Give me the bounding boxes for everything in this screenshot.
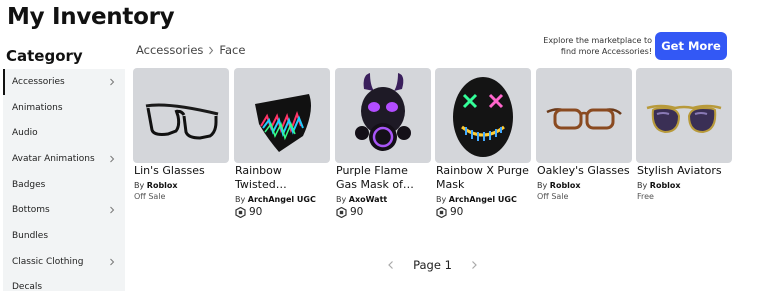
breadcrumb-root-link[interactable]: Accessories bbox=[136, 43, 203, 57]
gas-mask-icon bbox=[355, 72, 411, 151]
sidebar-item-bottoms[interactable]: Bottoms bbox=[3, 197, 125, 223]
rainbow-mask-icon bbox=[255, 93, 311, 152]
chevron-right-icon bbox=[107, 257, 117, 267]
robux-icon bbox=[235, 206, 246, 218]
item-thumbnail bbox=[133, 68, 229, 163]
price-value: 90 bbox=[249, 206, 263, 218]
item-creator: By AxoWatt bbox=[336, 195, 388, 204]
chevron-right-icon bbox=[107, 77, 117, 87]
page-indicator: Page 1 bbox=[413, 258, 452, 272]
item-price: 90 bbox=[435, 206, 531, 218]
sidebar-item-label: Bundles bbox=[12, 230, 49, 241]
sidebar-item-label: Bottoms bbox=[12, 205, 50, 216]
item-card[interactable]: Rainbow Twisted… By ArchAngel UGC 90 bbox=[234, 68, 330, 218]
sidebar-item-label: Badges bbox=[12, 179, 46, 190]
brown-glasses-icon bbox=[546, 107, 622, 129]
item-creator: By Roblox bbox=[537, 181, 581, 190]
category-heading: Category bbox=[6, 47, 83, 65]
chevron-left-icon bbox=[388, 261, 393, 269]
item-card[interactable]: Stylish Aviators By Roblox Free bbox=[636, 68, 732, 218]
creator-link[interactable]: Roblox bbox=[650, 181, 681, 190]
sidebar-item-avatar-animations[interactable]: Avatar Animations bbox=[3, 146, 125, 172]
breadcrumb: Accessories Face bbox=[136, 43, 245, 57]
item-card[interactable]: Purple Flame Gas Mask of… By AxoWatt 90 bbox=[335, 68, 431, 218]
sidebar-item-label: Avatar Animations bbox=[12, 153, 95, 164]
sidebar-item-accessories[interactable]: Accessories bbox=[3, 69, 125, 95]
item-name: Lin's Glasses bbox=[134, 164, 205, 177]
next-page-button[interactable] bbox=[468, 259, 480, 271]
item-name: Stylish Aviators bbox=[637, 164, 722, 177]
sidebar-item-label: Accessories bbox=[12, 76, 65, 87]
item-name: Rainbow X Purge Mask bbox=[436, 164, 529, 191]
item-price: 90 bbox=[335, 206, 431, 218]
breadcrumb-current: Face bbox=[219, 43, 246, 57]
item-card[interactable]: Lin's Glasses By Roblox Off Sale bbox=[133, 68, 229, 218]
chevron-right-icon bbox=[206, 45, 216, 55]
price-value: 90 bbox=[350, 206, 364, 218]
item-name: Rainbow Twisted… bbox=[235, 164, 287, 191]
creator-link[interactable]: Roblox bbox=[147, 181, 178, 190]
item-status: Off Sale bbox=[134, 192, 166, 201]
item-creator: By ArchAngel UGC bbox=[235, 195, 316, 204]
creator-link[interactable]: AxoWatt bbox=[349, 195, 387, 204]
pagination: Page 1 bbox=[385, 256, 480, 274]
item-creator: By Roblox bbox=[134, 181, 178, 190]
sidebar-item-decals[interactable]: Decals bbox=[3, 275, 125, 291]
item-thumbnail bbox=[234, 68, 330, 163]
item-creator: By Roblox bbox=[637, 181, 681, 190]
creator-link[interactable]: ArchAngel UGC bbox=[449, 195, 517, 204]
sidebar-item-classic-clothing[interactable]: Classic Clothing bbox=[3, 249, 125, 275]
item-thumbnail bbox=[636, 68, 732, 163]
sidebar-item-audio[interactable]: Audio bbox=[3, 120, 125, 146]
item-name: Purple Flame Gas Mask of… bbox=[336, 164, 414, 191]
item-status: Free bbox=[637, 192, 654, 201]
get-more-button[interactable]: Get More bbox=[655, 32, 727, 60]
item-creator: By ArchAngel UGC bbox=[436, 195, 517, 204]
sidebar-item-label: Animations bbox=[12, 102, 63, 113]
black-glasses-icon bbox=[145, 103, 219, 140]
chevron-right-icon bbox=[472, 261, 477, 269]
prev-page-button[interactable] bbox=[385, 259, 397, 271]
item-card[interactable]: Oakley's Glasses By Roblox Off Sale bbox=[536, 68, 632, 218]
robux-icon bbox=[436, 206, 447, 218]
item-thumbnail bbox=[536, 68, 632, 163]
item-price: 90 bbox=[234, 206, 330, 218]
sidebar-item-animations[interactable]: Animations bbox=[3, 95, 125, 121]
promo-text: Explore the marketplace to find more Acc… bbox=[543, 36, 652, 56]
page-title: My Inventory bbox=[7, 4, 175, 30]
sidebar-item-bundles[interactable]: Bundles bbox=[3, 223, 125, 249]
purge-mask-icon bbox=[453, 76, 513, 157]
item-card[interactable]: Rainbow X Purge Mask By ArchAngel UGC 90 bbox=[435, 68, 531, 218]
category-list: Accessories Animations Audio Avatar Anim… bbox=[3, 69, 125, 291]
price-value: 90 bbox=[450, 206, 464, 218]
chevron-right-icon bbox=[107, 154, 117, 164]
creator-link[interactable]: ArchAngel UGC bbox=[248, 195, 316, 204]
item-thumbnail bbox=[435, 68, 531, 163]
item-thumbnail bbox=[335, 68, 431, 163]
sidebar-item-label: Classic Clothing bbox=[12, 256, 84, 267]
category-sidebar: Category Accessories Animations Audio Av… bbox=[0, 44, 125, 291]
creator-link[interactable]: Roblox bbox=[550, 181, 581, 190]
item-status: Off Sale bbox=[537, 192, 569, 201]
sidebar-item-badges[interactable]: Badges bbox=[3, 172, 125, 198]
item-name: Oakley's Glasses bbox=[537, 164, 630, 177]
sidebar-item-label: Decals bbox=[12, 282, 43, 291]
robux-icon bbox=[336, 206, 347, 218]
sidebar-item-label: Audio bbox=[12, 128, 38, 139]
aviators-icon bbox=[646, 104, 722, 133]
chevron-right-icon bbox=[107, 205, 117, 215]
